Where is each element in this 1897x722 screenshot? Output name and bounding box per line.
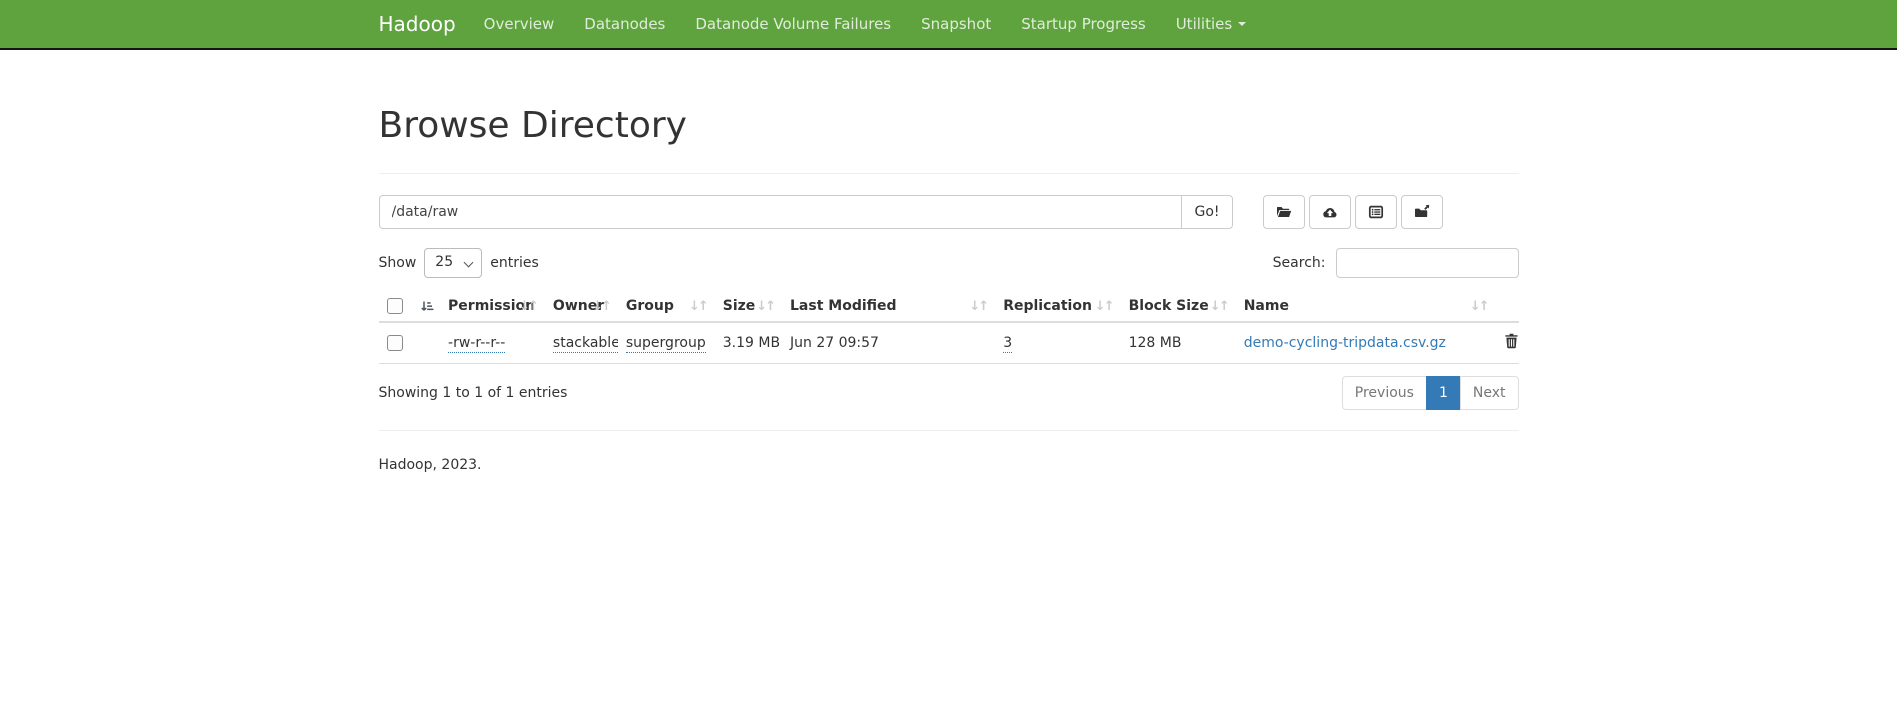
permission-value[interactable]: -rw-r--r-- xyxy=(448,335,505,353)
directory-path-input[interactable] xyxy=(379,195,1183,229)
nav-item-utilities[interactable]: Utilities xyxy=(1161,0,1261,48)
sort-icon: ↓↑ xyxy=(1470,299,1488,314)
entries-per-page-select[interactable]: 25 xyxy=(424,248,482,278)
go-button[interactable]: Go! xyxy=(1181,195,1232,229)
column-header-owner[interactable]: Owner ↓↑ xyxy=(545,291,618,322)
chevron-down-icon xyxy=(464,258,474,268)
folder-open-icon xyxy=(1276,204,1292,220)
replication-value[interactable]: 3 xyxy=(1003,335,1012,353)
page-header: Browse Directory xyxy=(379,50,1519,174)
sort-icon: ↓↑ xyxy=(756,299,774,314)
nav-item-utilities-label: Utilities xyxy=(1176,15,1232,33)
sort-icon: ↓↑ xyxy=(519,299,537,314)
column-header-permission[interactable]: Permission ↓↑ xyxy=(440,291,545,322)
create-directory-button[interactable] xyxy=(1263,195,1305,229)
last-modified-value: Jun 27 09:57 xyxy=(790,335,879,351)
trash-icon xyxy=(1504,337,1519,352)
table-row: -rw-r--r-- stackable supergroup 3.19 MB … xyxy=(379,322,1519,364)
nav-item-overview[interactable]: Overview xyxy=(469,0,570,48)
sort-active-icon xyxy=(420,300,434,318)
sort-icon: ↓↑ xyxy=(689,299,707,314)
directory-path-group: Go! xyxy=(379,195,1233,229)
navbar: Hadoop Overview Datanodes Datanode Volum… xyxy=(0,0,1897,50)
move-folder-button[interactable] xyxy=(1401,195,1443,229)
entries-info: Showing 1 to 1 of 1 entries xyxy=(379,385,568,401)
delete-file-button[interactable] xyxy=(1504,333,1519,352)
column-header-group[interactable]: Group ↓↑ xyxy=(618,291,715,322)
upload-files-button[interactable] xyxy=(1309,195,1351,229)
file-table: Permission ↓↑ Owner ↓↑ Group ↓↑ Size ↓↑ … xyxy=(379,291,1519,364)
search-input[interactable] xyxy=(1336,248,1519,278)
sort-icon: ↓↑ xyxy=(592,299,610,314)
folder-move-icon xyxy=(1414,204,1430,220)
pagination-next-button[interactable]: Next xyxy=(1460,376,1519,410)
column-header-block-size[interactable]: Block Size ↓↑ xyxy=(1121,291,1236,322)
column-header-size[interactable]: Size ↓↑ xyxy=(715,291,782,322)
search-label: Search: xyxy=(1273,255,1326,271)
nav-item-snapshot[interactable]: Snapshot xyxy=(906,0,1006,48)
group-value[interactable]: supergroup xyxy=(626,335,706,353)
footer-text: Hadoop, 2023. xyxy=(379,457,1519,473)
file-list-button[interactable] xyxy=(1355,195,1397,229)
list-alt-icon xyxy=(1368,204,1384,220)
pagination: Previous 1 Next xyxy=(1342,376,1519,410)
pagination-page-1-button[interactable]: 1 xyxy=(1426,376,1461,410)
column-header-name[interactable]: Name ↓↑ xyxy=(1236,291,1496,322)
nav-item-datanode-volume-failures[interactable]: Datanode Volume Failures xyxy=(680,0,906,48)
page-title: Browse Directory xyxy=(379,106,1519,146)
column-header-last-modified[interactable]: Last Modified ↓↑ xyxy=(782,291,995,322)
entries-per-page-value: 25 xyxy=(435,254,453,270)
nav-item-datanodes[interactable]: Datanodes xyxy=(569,0,680,48)
sort-icon: ↓↑ xyxy=(1210,299,1228,314)
footer-divider xyxy=(379,430,1519,431)
sort-icon: ↓↑ xyxy=(969,299,987,314)
file-action-buttons xyxy=(1263,195,1443,229)
pagination-previous-button[interactable]: Previous xyxy=(1342,376,1427,410)
row-select-checkbox[interactable] xyxy=(387,335,403,351)
column-header-replication[interactable]: Replication ↓↑ xyxy=(995,291,1120,322)
show-label: Show xyxy=(379,255,417,271)
entries-label: entries xyxy=(490,255,539,271)
table-header-row: Permission ↓↑ Owner ↓↑ Group ↓↑ Size ↓↑ … xyxy=(379,291,1519,322)
select-all-checkbox[interactable] xyxy=(387,298,403,314)
brand-hadoop[interactable]: Hadoop xyxy=(379,0,456,48)
owner-value[interactable]: stackable xyxy=(553,335,618,353)
nav-item-startup-progress[interactable]: Startup Progress xyxy=(1006,0,1160,48)
column-header-actions xyxy=(1496,291,1519,322)
sort-icon: ↓↑ xyxy=(1095,299,1113,314)
file-name-link[interactable]: demo-cycling-tripdata.csv.gz xyxy=(1244,335,1446,351)
column-header-select-all[interactable] xyxy=(379,291,441,322)
cloud-upload-icon xyxy=(1322,204,1338,220)
size-value: 3.19 MB xyxy=(723,335,780,351)
caret-down-icon xyxy=(1238,22,1246,26)
block-size-value: 128 MB xyxy=(1129,335,1182,351)
